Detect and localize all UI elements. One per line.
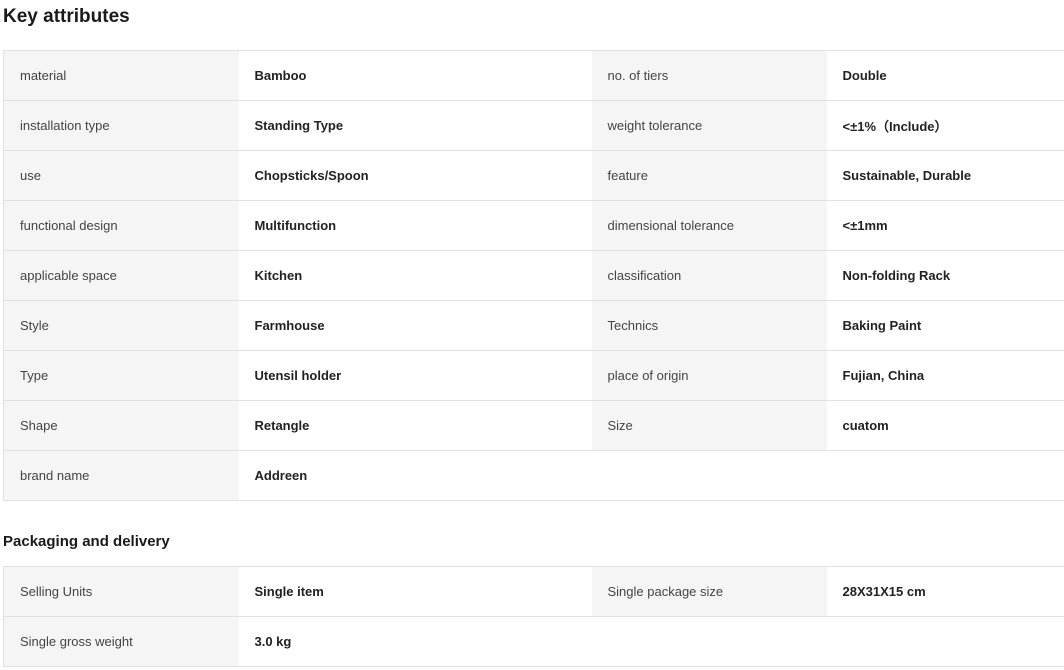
attribute-key: place of origin [591, 350, 827, 401]
attribute-value: Single item [238, 566, 592, 617]
table-row: use Chopsticks/Spoon feature Sustainable… [3, 150, 1064, 201]
attribute-key: applicable space [3, 250, 239, 301]
attribute-key: Selling Units [3, 566, 239, 617]
attribute-key: use [3, 150, 239, 201]
packaging-table: Selling Units Single item Single package… [3, 566, 1064, 667]
attribute-value: Standing Type [238, 100, 592, 151]
attribute-key: brand name [3, 450, 239, 501]
attribute-key: Style [3, 300, 239, 351]
empty-cell [591, 450, 827, 501]
attribute-key: installation type [3, 100, 239, 151]
empty-cell [826, 450, 1064, 501]
table-row: Type Utensil holder place of origin Fuji… [3, 350, 1064, 401]
attribute-key: Single gross weight [3, 616, 239, 667]
attribute-value: Kitchen [238, 250, 592, 301]
attribute-value: 3.0 kg [238, 616, 592, 667]
table-row: Selling Units Single item Single package… [3, 566, 1064, 617]
table-row: applicable space Kitchen classification … [3, 250, 1064, 301]
attribute-key: functional design [3, 200, 239, 251]
attribute-key: dimensional tolerance [591, 200, 827, 251]
attribute-key: feature [591, 150, 827, 201]
attribute-value: Fujian, China [826, 350, 1064, 401]
attribute-key: Type [3, 350, 239, 401]
table-row: Shape Retangle Size cuatom [3, 400, 1064, 451]
attribute-key: Shape [3, 400, 239, 451]
attribute-key: Single package size [591, 566, 827, 617]
attribute-value: 28X31X15 cm [826, 566, 1064, 617]
attribute-value: <±1%（Include） [826, 100, 1064, 151]
attribute-value: Bamboo [238, 50, 592, 101]
attribute-key: Technics [591, 300, 827, 351]
table-row: installation type Standing Type weight t… [3, 100, 1064, 151]
key-attributes-title: Key attributes [3, 6, 130, 27]
table-row: material Bamboo no. of tiers Double [3, 50, 1064, 101]
attribute-value: Utensil holder [238, 350, 592, 401]
attribute-value: Farmhouse [238, 300, 592, 351]
table-row: Single gross weight 3.0 kg [3, 616, 1064, 667]
attribute-key: Size [591, 400, 827, 451]
attribute-value: Sustainable, Durable [826, 150, 1064, 201]
empty-cell [826, 616, 1064, 667]
attribute-value: Multifunction [238, 200, 592, 251]
attribute-value: Non-folding Rack [826, 250, 1064, 301]
attribute-value: Retangle [238, 400, 592, 451]
attribute-value: cuatom [826, 400, 1064, 451]
packaging-title: Packaging and delivery [3, 533, 170, 550]
attribute-value: Addreen [238, 450, 592, 501]
product-attributes-page: Key attributes material Bamboo no. of ti… [0, 0, 1064, 670]
attribute-value: Double [826, 50, 1064, 101]
attribute-key: weight tolerance [591, 100, 827, 151]
table-row: functional design Multifunction dimensio… [3, 200, 1064, 251]
table-row: Style Farmhouse Technics Baking Paint [3, 300, 1064, 351]
empty-cell [591, 616, 827, 667]
key-attributes-table: material Bamboo no. of tiers Double inst… [3, 50, 1064, 501]
attribute-value: <±1mm [826, 200, 1064, 251]
table-row: brand name Addreen [3, 450, 1064, 501]
attribute-value: Baking Paint [826, 300, 1064, 351]
attribute-key: classification [591, 250, 827, 301]
attribute-value: Chopsticks/Spoon [238, 150, 592, 201]
attribute-key: no. of tiers [591, 50, 827, 101]
attribute-key: material [3, 50, 239, 101]
